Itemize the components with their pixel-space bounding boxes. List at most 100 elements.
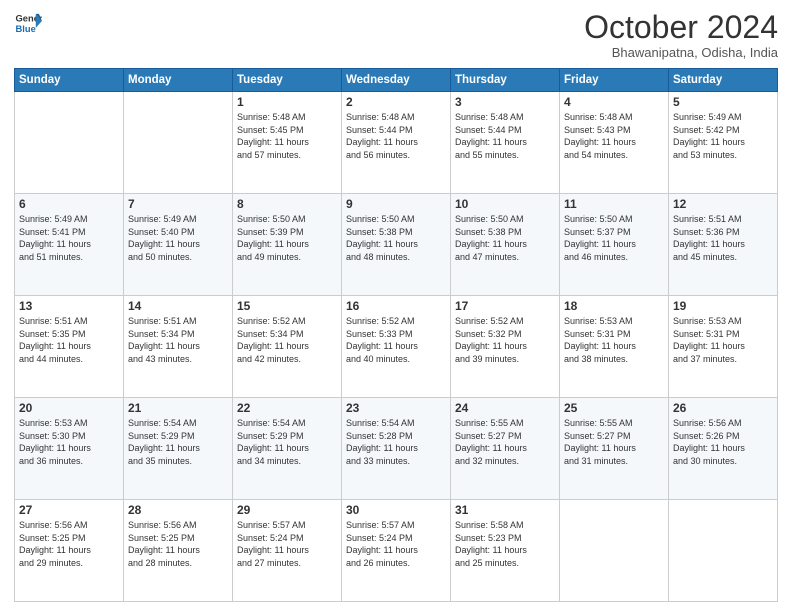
calendar-cell: 19Sunrise: 5:53 AM Sunset: 5:31 PM Dayli… — [669, 296, 778, 398]
calendar-cell: 26 Sunrise: 5:56 AM Sunset: 5:26 PM Dayli… — [669, 398, 778, 500]
calendar-cell: 4Sunrise: 5:48 AM Sunset: 5:43 PM Daylig… — [560, 92, 669, 194]
calendar-week-2: 6Sunrise: 5:49 AM Sunset: 5:41 PM Daylig… — [15, 194, 778, 296]
calendar-cell: 24Sunrise: 5:55 AM Sunset: 5:27 PM Dayli… — [451, 398, 560, 500]
calendar-cell: 17Sunrise: 5:52 AM Sunset: 5:32 PM Dayli… — [451, 296, 560, 398]
day-number: 25 — [564, 401, 664, 415]
day-info: Sunrise: 5:56 AM Sunset: 5:25 PM Dayligh… — [128, 519, 228, 569]
title-block: October 2024 Bhawanipatna, Odisha, India — [584, 10, 778, 60]
calendar-cell: 14Sunrise: 5:51 AM Sunset: 5:34 PM Dayli… — [124, 296, 233, 398]
weekday-header-monday: Monday — [124, 69, 233, 92]
calendar-header: SundayMondayTuesdayWednesdayThursdayFrid… — [15, 69, 778, 92]
day-info: Sunrise: 5:49 AM Sunset: 5:40 PM Dayligh… — [128, 213, 228, 263]
day-info: Sunrise: 5:56 AM Sunset: 5:25 PM Dayligh… — [19, 519, 119, 569]
day-info: Sunrise: 5:50 AM Sunset: 5:39 PM Dayligh… — [237, 213, 337, 263]
day-number: 30 — [346, 503, 446, 517]
day-info: Sunrise: 5:50 AM Sunset: 5:37 PM Dayligh… — [564, 213, 664, 263]
calendar-cell: 22Sunrise: 5:54 AM Sunset: 5:29 PM Dayli… — [233, 398, 342, 500]
calendar-cell: 29 Sunrise: 5:57 AM Sunset: 5:24 PM Dayli… — [233, 500, 342, 602]
day-info: Sunrise: 5:55 AM Sunset: 5:27 PM Dayligh… — [455, 417, 555, 467]
calendar-cell: 25 Sunrise: 5:55 AM Sunset: 5:27 PM Dayli… — [560, 398, 669, 500]
weekday-header-thursday: Thursday — [451, 69, 560, 92]
calendar-cell: 3 Sunrise: 5:48 AM Sunset: 5:44 PM Daylig… — [451, 92, 560, 194]
day-info: Sunrise: 5:52 AM Sunset: 5:32 PM Dayligh… — [455, 315, 555, 365]
logo-icon: General Blue — [14, 10, 42, 38]
day-number: 11 — [564, 197, 664, 211]
day-number: 2 — [346, 95, 446, 109]
day-number: 18 — [564, 299, 664, 313]
calendar-cell: 30Sunrise: 5:57 AM Sunset: 5:24 PM Dayli… — [342, 500, 451, 602]
day-info: Sunrise: 5:56 AM Sunset: 5:26 PM Dayligh… — [673, 417, 773, 467]
calendar-cell: 12 Sunrise: 5:51 AM Sunset: 5:36 PM Dayli… — [669, 194, 778, 296]
day-info: Sunrise: 5:50 AM Sunset: 5:38 PM Dayligh… — [455, 213, 555, 263]
calendar-cell: 13 Sunrise: 5:51 AM Sunset: 5:35 PM Dayli… — [15, 296, 124, 398]
day-info: Sunrise: 5:54 AM Sunset: 5:28 PM Dayligh… — [346, 417, 446, 467]
day-info: Sunrise: 5:52 AM Sunset: 5:33 PM Dayligh… — [346, 315, 446, 365]
day-info: Sunrise: 5:50 AM Sunset: 5:38 PM Dayligh… — [346, 213, 446, 263]
day-info: Sunrise: 5:49 AM Sunset: 5:41 PM Dayligh… — [19, 213, 119, 263]
logo: General Blue — [14, 10, 42, 38]
calendar-cell: 7Sunrise: 5:49 AM Sunset: 5:40 PM Daylig… — [124, 194, 233, 296]
svg-text:Blue: Blue — [16, 24, 36, 34]
calendar-cell: 21 Sunrise: 5:54 AM Sunset: 5:29 PM Dayli… — [124, 398, 233, 500]
weekday-header-sunday: Sunday — [15, 69, 124, 92]
calendar-cell: 5Sunrise: 5:49 AM Sunset: 5:42 PM Daylig… — [669, 92, 778, 194]
day-number: 12 — [673, 197, 773, 211]
calendar-cell: 9 Sunrise: 5:50 AM Sunset: 5:38 PM Daylig… — [342, 194, 451, 296]
day-number: 16 — [346, 299, 446, 313]
day-info: Sunrise: 5:58 AM Sunset: 5:23 PM Dayligh… — [455, 519, 555, 569]
calendar-week-4: 20 Sunrise: 5:53 AM Sunset: 5:30 PM Dayli… — [15, 398, 778, 500]
day-number: 28 — [128, 503, 228, 517]
day-number: 20 — [19, 401, 119, 415]
day-number: 10 — [455, 197, 555, 211]
calendar-cell: 2 Sunrise: 5:48 AM Sunset: 5:44 PM Daylig… — [342, 92, 451, 194]
calendar-cell: 28 Sunrise: 5:56 AM Sunset: 5:25 PM Dayli… — [124, 500, 233, 602]
calendar-cell: 10 Sunrise: 5:50 AM Sunset: 5:38 PM Dayli… — [451, 194, 560, 296]
calendar-cell — [124, 92, 233, 194]
page: General Blue October 2024 Bhawanipatna, … — [0, 0, 792, 612]
day-number: 14 — [128, 299, 228, 313]
calendar-body: 1 Sunrise: 5:48 AM Sunset: 5:45 PM Daylig… — [15, 92, 778, 602]
day-number: 21 — [128, 401, 228, 415]
calendar-cell — [560, 500, 669, 602]
calendar-cell: 16 Sunrise: 5:52 AM Sunset: 5:33 PM Dayli… — [342, 296, 451, 398]
calendar-cell: 18Sunrise: 5:53 AM Sunset: 5:31 PM Dayli… — [560, 296, 669, 398]
day-info: Sunrise: 5:51 AM Sunset: 5:36 PM Dayligh… — [673, 213, 773, 263]
day-info: Sunrise: 5:57 AM Sunset: 5:24 PM Dayligh… — [237, 519, 337, 569]
header: General Blue October 2024 Bhawanipatna, … — [14, 10, 778, 60]
day-number: 23 — [346, 401, 446, 415]
day-number: 8 — [237, 197, 337, 211]
calendar-cell: 6Sunrise: 5:49 AM Sunset: 5:41 PM Daylig… — [15, 194, 124, 296]
day-info: Sunrise: 5:53 AM Sunset: 5:30 PM Dayligh… — [19, 417, 119, 467]
calendar-week-1: 1 Sunrise: 5:48 AM Sunset: 5:45 PM Daylig… — [15, 92, 778, 194]
calendar-cell: 11 Sunrise: 5:50 AM Sunset: 5:37 PM Dayli… — [560, 194, 669, 296]
calendar-cell: 20 Sunrise: 5:53 AM Sunset: 5:30 PM Dayli… — [15, 398, 124, 500]
day-info: Sunrise: 5:54 AM Sunset: 5:29 PM Dayligh… — [128, 417, 228, 467]
day-number: 15 — [237, 299, 337, 313]
day-info: Sunrise: 5:54 AM Sunset: 5:29 PM Dayligh… — [237, 417, 337, 467]
day-number: 9 — [346, 197, 446, 211]
calendar-week-5: 27Sunrise: 5:56 AM Sunset: 5:25 PM Dayli… — [15, 500, 778, 602]
month-title: October 2024 — [584, 10, 778, 45]
calendar-week-3: 13 Sunrise: 5:51 AM Sunset: 5:35 PM Dayli… — [15, 296, 778, 398]
day-info: Sunrise: 5:55 AM Sunset: 5:27 PM Dayligh… — [564, 417, 664, 467]
day-number: 19 — [673, 299, 773, 313]
calendar-table: SundayMondayTuesdayWednesdayThursdayFrid… — [14, 68, 778, 602]
day-number: 13 — [19, 299, 119, 313]
day-number: 4 — [564, 95, 664, 109]
calendar-cell: 27Sunrise: 5:56 AM Sunset: 5:25 PM Dayli… — [15, 500, 124, 602]
day-number: 1 — [237, 95, 337, 109]
day-info: Sunrise: 5:48 AM Sunset: 5:44 PM Dayligh… — [346, 111, 446, 161]
day-number: 29 — [237, 503, 337, 517]
weekday-header-saturday: Saturday — [669, 69, 778, 92]
day-number: 3 — [455, 95, 555, 109]
calendar-cell: 1 Sunrise: 5:48 AM Sunset: 5:45 PM Daylig… — [233, 92, 342, 194]
calendar-cell — [15, 92, 124, 194]
day-info: Sunrise: 5:48 AM Sunset: 5:45 PM Dayligh… — [237, 111, 337, 161]
day-number: 26 — [673, 401, 773, 415]
day-info: Sunrise: 5:52 AM Sunset: 5:34 PM Dayligh… — [237, 315, 337, 365]
day-info: Sunrise: 5:48 AM Sunset: 5:44 PM Dayligh… — [455, 111, 555, 161]
location-subtitle: Bhawanipatna, Odisha, India — [584, 45, 778, 60]
day-info: Sunrise: 5:51 AM Sunset: 5:35 PM Dayligh… — [19, 315, 119, 365]
weekday-header-tuesday: Tuesday — [233, 69, 342, 92]
weekday-header-friday: Friday — [560, 69, 669, 92]
